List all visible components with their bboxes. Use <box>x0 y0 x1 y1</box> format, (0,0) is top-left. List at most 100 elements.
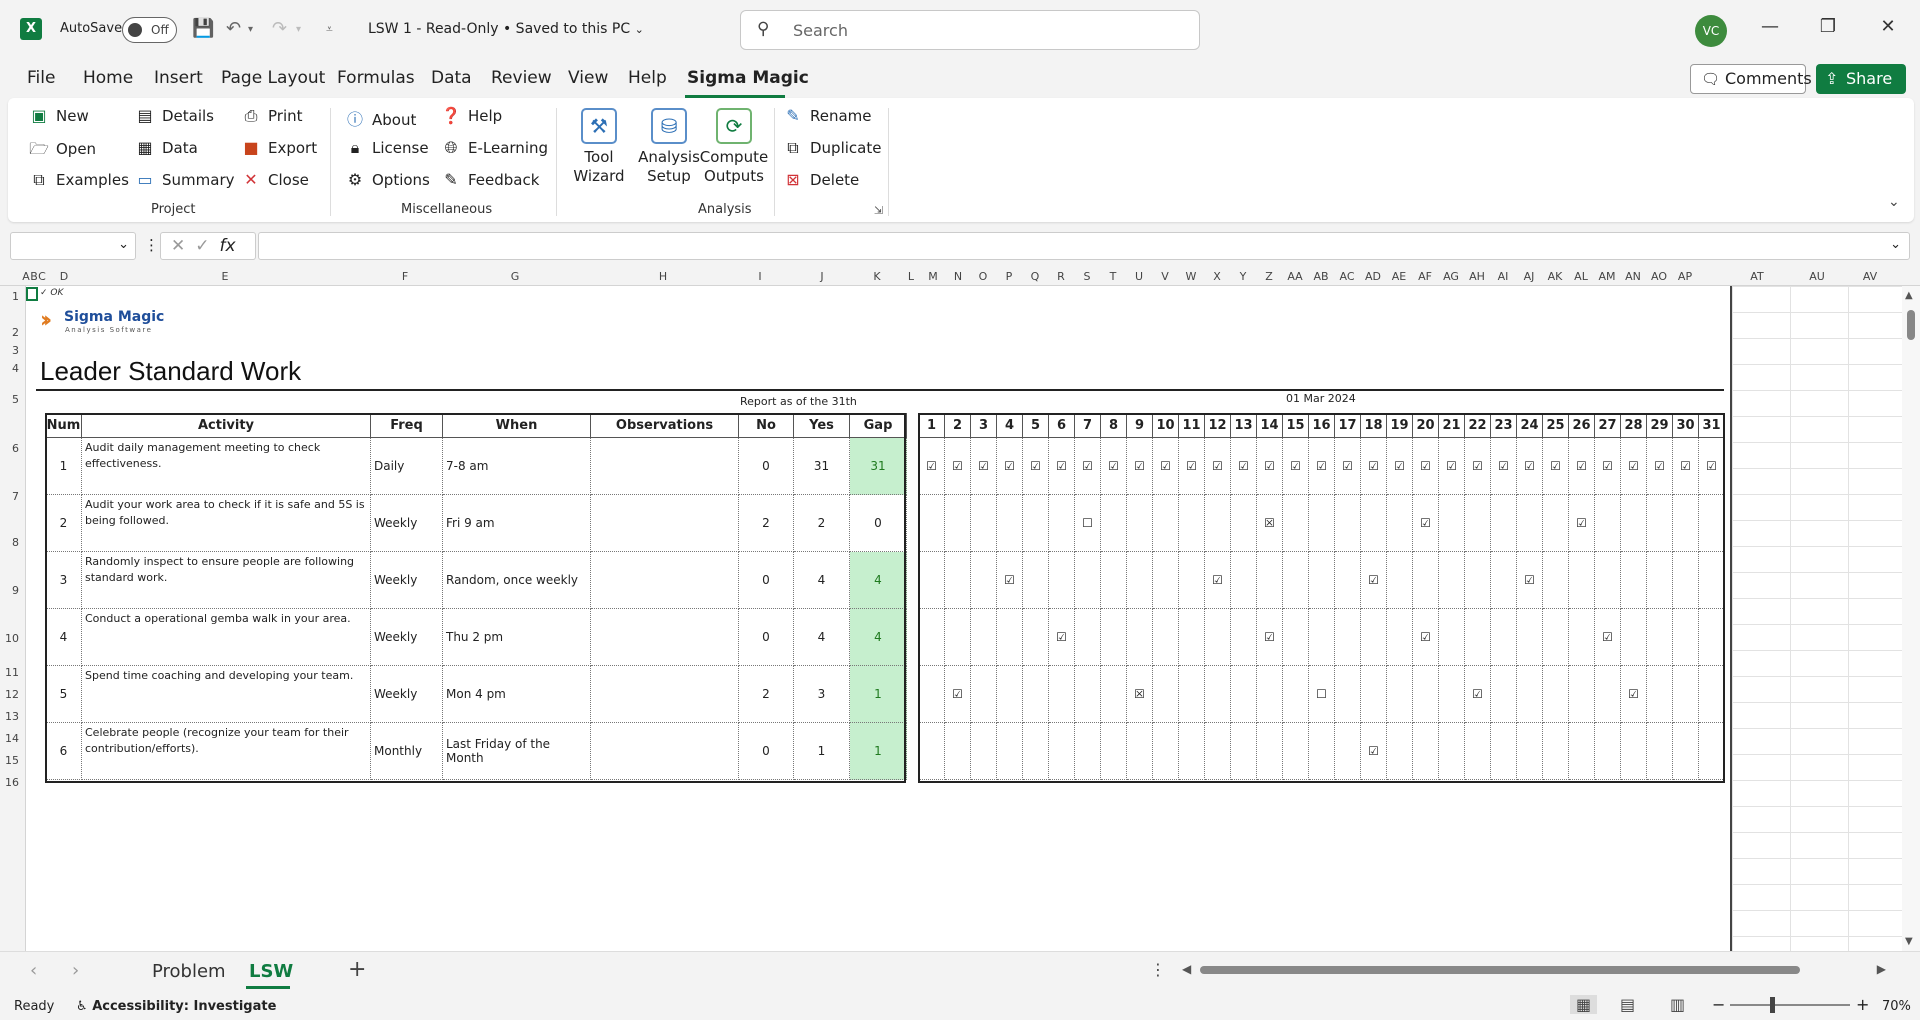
day-check-cell[interactable]: ☑ <box>1464 437 1491 495</box>
no-cell[interactable]: 0 <box>738 608 794 666</box>
day-check-cell[interactable] <box>996 665 1023 723</box>
day-check-cell[interactable] <box>1204 665 1231 723</box>
day-check-cell[interactable] <box>1022 665 1049 723</box>
day-check-cell[interactable] <box>1100 608 1127 666</box>
num-cell[interactable]: 2 <box>45 494 82 552</box>
day-check-cell[interactable] <box>1464 608 1491 666</box>
day-check-cell[interactable] <box>1100 494 1127 552</box>
license-button[interactable]: 🔒︎ License <box>344 138 429 158</box>
day-check-cell[interactable]: ☑ <box>1256 437 1283 495</box>
day-check-cell[interactable] <box>1282 608 1309 666</box>
activity-cell[interactable]: Audit your work area to check if it is s… <box>81 494 371 552</box>
elearning-button[interactable]: 🌐︎ E-Learning <box>440 138 548 158</box>
day-check-cell[interactable]: ☑ <box>1256 608 1283 666</box>
row-header[interactable]: 14 <box>5 732 19 745</box>
normal-view-icon[interactable]: ▦ <box>1570 995 1598 1014</box>
day-check-cell[interactable] <box>1620 608 1647 666</box>
day-check-cell[interactable] <box>1698 551 1725 609</box>
column-header-cell[interactable]: Freq <box>370 413 443 438</box>
scroll-right-icon[interactable]: ▶ <box>1877 962 1886 976</box>
column-header[interactable]: Y <box>1240 270 1247 283</box>
day-check-cell[interactable]: ☑ <box>1698 437 1725 495</box>
tab-page-layout[interactable]: Page Layout <box>221 68 325 88</box>
tab-data[interactable]: Data <box>431 68 472 88</box>
day-check-cell[interactable] <box>1282 665 1309 723</box>
hscroll-thumb[interactable] <box>1200 966 1800 974</box>
row-header[interactable]: 10 <box>5 632 19 645</box>
day-check-cell[interactable]: ☑ <box>1412 608 1439 666</box>
observations-cell[interactable] <box>590 494 739 552</box>
column-header[interactable]: AB <box>1313 270 1328 283</box>
day-check-cell[interactable] <box>1386 551 1413 609</box>
num-cell[interactable]: 6 <box>45 722 82 780</box>
day-check-cell[interactable] <box>1334 494 1361 552</box>
gap-cell[interactable]: 1 <box>849 665 907 723</box>
gap-cell[interactable]: 4 <box>849 551 907 609</box>
num-cell[interactable]: 4 <box>45 608 82 666</box>
day-check-cell[interactable] <box>1542 608 1569 666</box>
column-header-cell[interactable]: Observations <box>590 413 739 438</box>
yes-cell[interactable]: 3 <box>793 665 850 723</box>
day-check-cell[interactable] <box>1048 722 1075 780</box>
day-check-cell[interactable] <box>1464 551 1491 609</box>
day-check-cell[interactable] <box>1490 665 1517 723</box>
column-header[interactable]: R <box>1057 270 1065 283</box>
day-check-cell[interactable] <box>1152 608 1179 666</box>
day-check-cell[interactable] <box>1516 722 1543 780</box>
day-check-cell[interactable] <box>996 494 1023 552</box>
day-check-cell[interactable] <box>1594 551 1621 609</box>
tab-view[interactable]: View <box>568 68 608 88</box>
empty-cells[interactable] <box>1732 286 1902 951</box>
close-icon[interactable]: ✕ <box>1873 16 1903 37</box>
day-check-cell[interactable] <box>1516 494 1543 552</box>
day-check-cell[interactable] <box>970 608 997 666</box>
zoom-slider-thumb[interactable] <box>1770 997 1775 1013</box>
column-header[interactable]: S <box>1084 270 1091 283</box>
day-check-cell[interactable] <box>1334 608 1361 666</box>
day-check-cell[interactable] <box>1568 551 1595 609</box>
observations-cell[interactable] <box>590 437 739 495</box>
day-check-cell[interactable]: ☑ <box>1204 551 1231 609</box>
day-check-cell[interactable] <box>1438 665 1465 723</box>
day-check-cell[interactable] <box>918 608 945 666</box>
day-check-cell[interactable]: ☑ <box>1048 437 1075 495</box>
row-header[interactable]: 15 <box>5 754 19 767</box>
day-check-cell[interactable] <box>1412 551 1439 609</box>
day-check-cell[interactable]: ☑ <box>1282 437 1309 495</box>
customize-icon[interactable]: ⩡ <box>326 22 333 37</box>
day-check-cell[interactable] <box>1282 722 1309 780</box>
day-check-cell[interactable] <box>1074 551 1101 609</box>
new-button[interactable]: ▣ New <box>28 106 88 125</box>
day-header-cell[interactable]: 20 <box>1412 413 1439 438</box>
day-check-cell[interactable]: ☐ <box>1074 494 1101 552</box>
day-check-cell[interactable]: ☒ <box>1126 665 1153 723</box>
day-check-cell[interactable] <box>1490 608 1517 666</box>
row-header[interactable]: 12 <box>5 688 19 701</box>
column-header[interactable]: AE <box>1392 270 1406 283</box>
day-check-cell[interactable]: ☒ <box>1256 494 1283 552</box>
activity-cell[interactable]: Randomly inspect to ensure people are fo… <box>81 551 371 609</box>
scroll-down-icon[interactable]: ▼ <box>1905 936 1913 947</box>
day-check-cell[interactable] <box>1698 665 1725 723</box>
day-check-cell[interactable]: ☑ <box>1516 551 1543 609</box>
column-header[interactable]: AP <box>1678 270 1692 283</box>
day-check-cell[interactable] <box>1152 494 1179 552</box>
collapse-ribbon-icon[interactable]: ⌄ <box>1888 194 1900 210</box>
column-header-cell[interactable]: Num <box>45 413 82 438</box>
day-check-cell[interactable] <box>970 665 997 723</box>
column-header[interactable]: AT <box>1750 270 1763 283</box>
name-box[interactable]: ⌄ <box>10 232 136 260</box>
day-check-cell[interactable]: ☑ <box>1230 437 1257 495</box>
column-header[interactable]: A <box>22 270 30 283</box>
row-header[interactable]: 4 <box>12 362 19 375</box>
day-check-cell[interactable] <box>1672 551 1699 609</box>
dialog-launcher-icon[interactable]: ⇲ <box>874 204 883 217</box>
column-header[interactable]: AG <box>1443 270 1459 283</box>
column-header[interactable]: H <box>659 270 667 283</box>
day-check-cell[interactable] <box>1490 551 1517 609</box>
day-check-cell[interactable] <box>1542 551 1569 609</box>
day-check-cell[interactable] <box>1334 665 1361 723</box>
day-check-cell[interactable] <box>1308 551 1335 609</box>
day-check-cell[interactable]: ☑ <box>944 437 971 495</box>
column-header[interactable]: D <box>60 270 68 283</box>
